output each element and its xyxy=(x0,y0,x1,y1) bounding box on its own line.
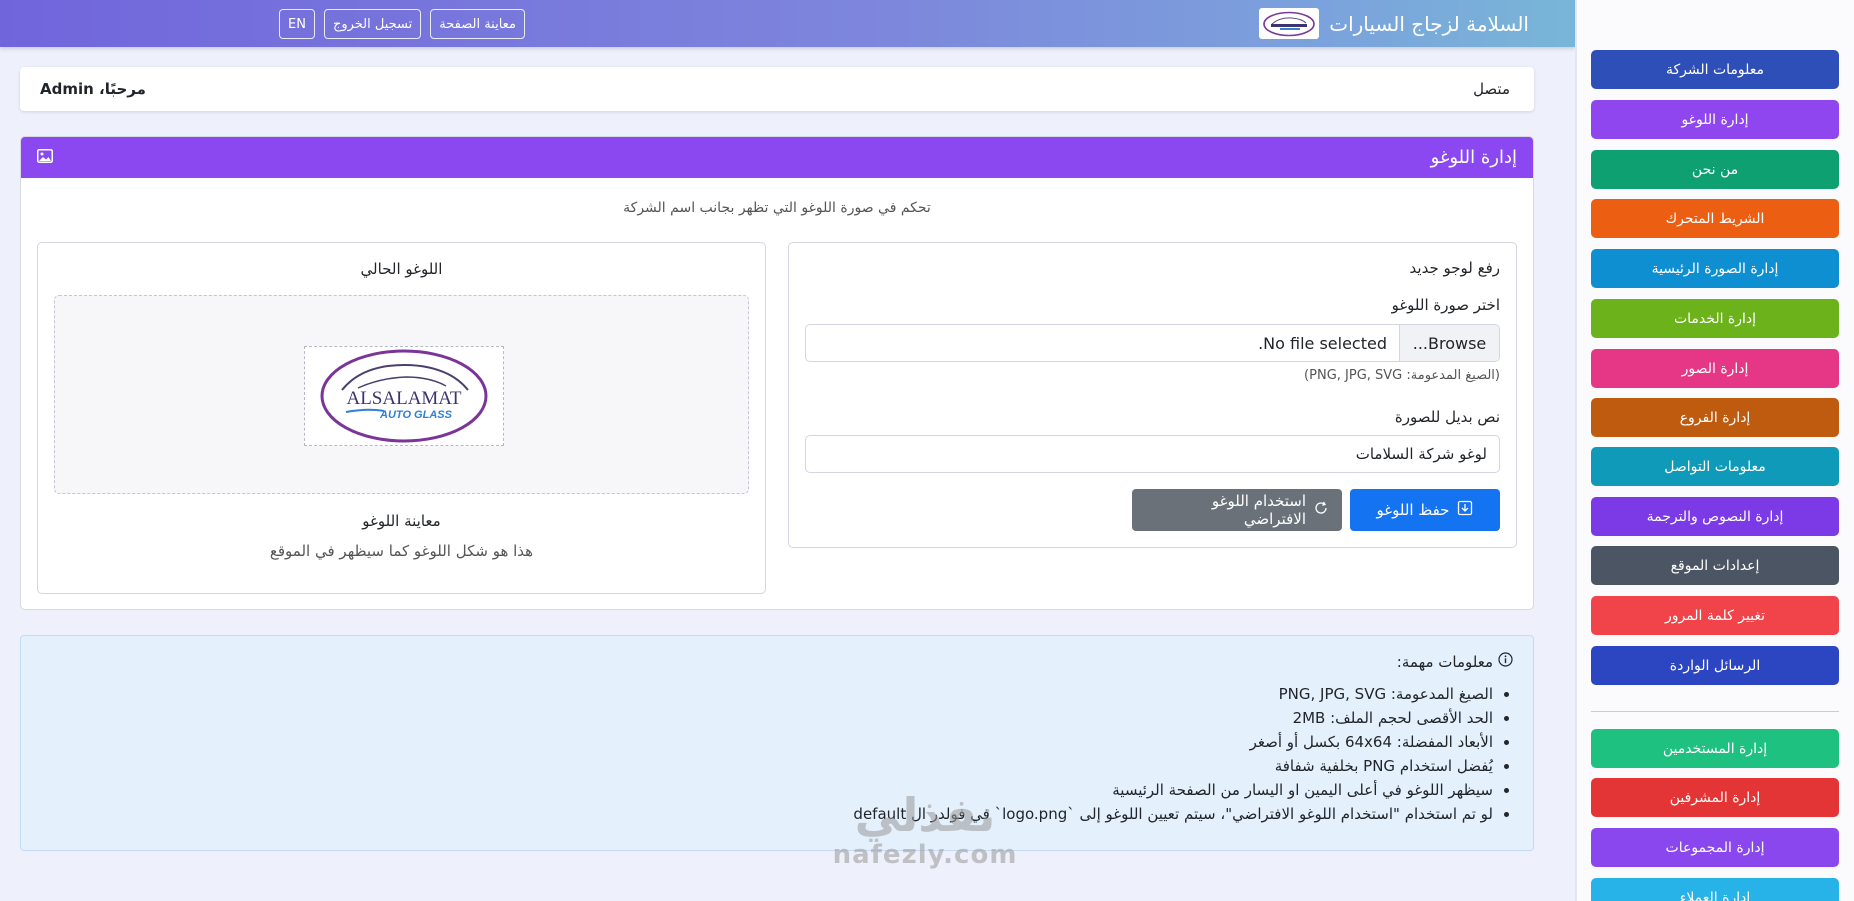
sidebar: معلومات الشركة إدارة اللوغو من نحن الشري… xyxy=(1575,0,1854,901)
refresh-icon xyxy=(1314,501,1328,519)
watermark: نفذلي nafezly.com xyxy=(820,790,1030,870)
logo-preview-area: ALSALAMAT AUTO GLASS xyxy=(54,295,749,494)
info-icon xyxy=(1498,652,1513,671)
language-button[interactable]: EN xyxy=(279,9,315,39)
info-item: الصيغ المدعومة: PNG, JPG, SVG xyxy=(41,685,1493,704)
upload-panel: رفع لوجو جديد اختر صورة اللوغو Browse...… xyxy=(788,242,1517,548)
sidebar-item-company-info[interactable]: معلومات الشركة xyxy=(1591,50,1839,89)
connection-status: متصل xyxy=(1473,80,1510,98)
current-logo-heading: اللوغو الحالي xyxy=(360,260,443,278)
brand-title: السلامة لزجاج السيارات xyxy=(1329,11,1529,36)
welcome-greeting: مرحبًا، Admin xyxy=(40,80,146,98)
use-default-logo-label: استخدام اللوغو الافتراضي xyxy=(1211,492,1306,528)
logo-text-main: ALSALAMAT xyxy=(346,388,461,409)
info-item: الأبعاد المفضلة: 64x64 بكسل أو أصغر xyxy=(41,733,1493,752)
logout-button[interactable]: تسجيل الخروج xyxy=(323,9,422,39)
important-info-box: معلومات مهمة: الصيغ المدعومة: PNG, JPG, … xyxy=(20,635,1534,851)
formats-hint: (الصيغ المدعومة: PNG, JPG, SVG) xyxy=(1304,368,1500,383)
current-logo-panel: اللوغو الحالي ALSALAMAT AUTO GLASS معاين… xyxy=(37,242,766,594)
alt-text-label: نص بديل للصورة xyxy=(1394,408,1500,426)
info-item: سيظهر اللوغو في أعلى اليمين او اليسار من… xyxy=(41,781,1493,800)
sidebar-item-change-password[interactable]: تغيير كلمة المرور xyxy=(1591,596,1839,635)
info-list: الصيغ المدعومة: PNG, JPG, SVG الحد الأقص… xyxy=(41,685,1513,824)
logo-text-sub: AUTO GLASS xyxy=(379,409,453,421)
sidebar-item-texts-translation[interactable]: إدارة النصوص والترجمة xyxy=(1591,497,1839,536)
sidebar-item-gallery[interactable]: إدارة الصور xyxy=(1591,349,1839,388)
save-logo-button[interactable]: حفظ اللوغو xyxy=(1350,489,1500,531)
sidebar-item-contact-info[interactable]: معلومات التواصل xyxy=(1591,447,1839,486)
info-heading: معلومات مهمة: xyxy=(41,652,1513,671)
card-header: إدارة اللوغو xyxy=(21,137,1533,178)
sidebar-item-site-settings[interactable]: إعدادات الموقع xyxy=(1591,546,1839,585)
sidebar-item-logo[interactable]: إدارة اللوغو xyxy=(1591,100,1839,139)
brand-logo xyxy=(1259,8,1320,39)
sidebar-item-hero-image[interactable]: إدارة الصورة الرئيسية xyxy=(1591,249,1839,288)
sidebar-item-about[interactable]: من نحن xyxy=(1591,150,1839,189)
watermark-latin: nafezly.com xyxy=(832,840,1018,870)
sidebar-item-services[interactable]: إدارة الخدمات xyxy=(1591,299,1839,338)
info-item: يُفضل استخدام PNG بخلفية شفافة xyxy=(41,757,1493,776)
sidebar-item-inbox[interactable]: الرسائل الواردة xyxy=(1591,646,1839,685)
card-subtitle: تحكم في صورة اللوغو التي تظهر بجانب اسم … xyxy=(623,200,931,216)
file-status: No file selected. xyxy=(1258,333,1387,353)
upload-heading: رفع لوجو جديد xyxy=(1409,259,1500,277)
sidebar-item-users[interactable]: إدارة المستخدمين xyxy=(1591,729,1839,768)
choose-logo-label: اختر صورة اللوغو xyxy=(1391,296,1500,314)
current-logo-image: ALSALAMAT AUTO GLASS xyxy=(304,346,504,446)
download-icon xyxy=(1457,500,1473,520)
save-logo-label: حفظ اللوغو xyxy=(1376,501,1450,519)
info-title: معلومات مهمة: xyxy=(1396,652,1493,671)
sidebar-divider xyxy=(1591,711,1839,712)
image-icon xyxy=(37,148,53,167)
use-default-logo-button[interactable]: استخدام اللوغو الافتراضي xyxy=(1132,489,1342,531)
card-title: إدارة اللوغو xyxy=(1430,147,1517,168)
sidebar-item-groups[interactable]: إدارة المجموعات xyxy=(1591,828,1839,867)
top-navbar: السلامة لزجاج السيارات EN تسجيل الخروج م… xyxy=(0,0,1575,47)
brand[interactable]: السلامة لزجاج السيارات xyxy=(1259,8,1529,39)
preview-description: هذا هو شكل اللوغو كما سيظهر في الموقع xyxy=(269,542,534,560)
alt-text-input[interactable] xyxy=(805,435,1500,473)
logo-management-card: إدارة اللوغو تحكم في صورة اللوغو التي تظ… xyxy=(20,136,1534,610)
logo-file-input[interactable]: Browse... No file selected. xyxy=(805,324,1500,362)
watermark-arabic: نفذلي xyxy=(854,788,996,842)
sidebar-item-clients[interactable]: إدارة العملاء xyxy=(1591,878,1839,901)
sidebar-item-branches[interactable]: إدارة الفروع xyxy=(1591,398,1839,437)
info-item: الحد الأقصى لحجم الملف: 2MB xyxy=(41,709,1493,728)
browse-button[interactable]: Browse... xyxy=(1399,325,1499,361)
top-actions: EN تسجيل الخروج معاينة الصفحة xyxy=(279,9,525,39)
sidebar-item-admins[interactable]: إدارة المشرفين xyxy=(1591,778,1839,817)
preview-page-button[interactable]: معاينة الصفحة xyxy=(430,9,525,39)
preview-title: معاينة اللوغو xyxy=(362,512,441,530)
info-item: لو تم استخدام "استخدام اللوغو الافتراضي"… xyxy=(41,805,1493,824)
sidebar-item-ticker[interactable]: الشريط المتحرك xyxy=(1591,199,1839,238)
action-buttons: حفظ اللوغو استخدام اللوغو الافتراضي xyxy=(805,489,1500,531)
welcome-bar: متصل مرحبًا، Admin xyxy=(20,67,1534,111)
